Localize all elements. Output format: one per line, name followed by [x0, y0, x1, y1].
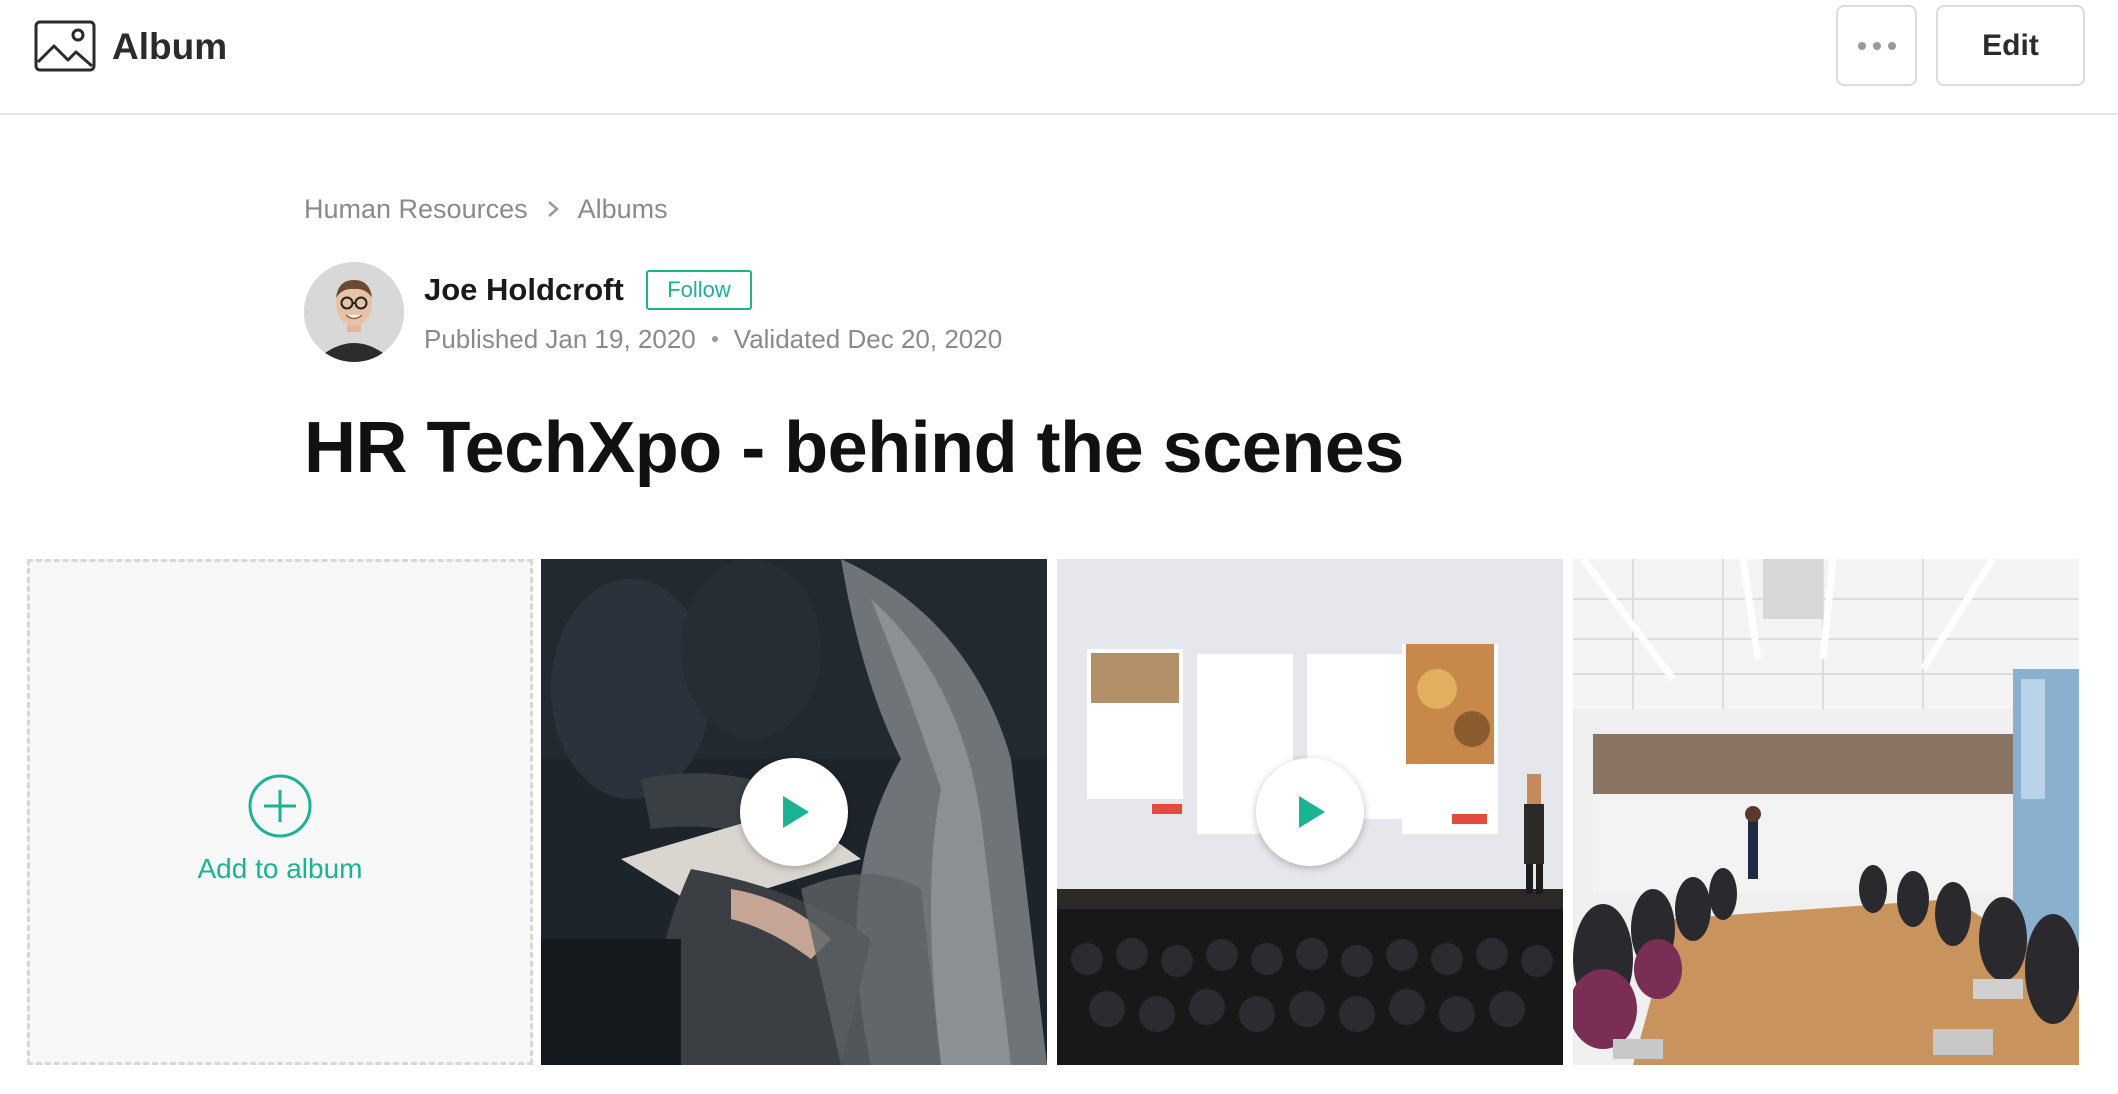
- play-button[interactable]: [1256, 758, 1364, 866]
- play-icon: [1299, 796, 1325, 828]
- play-button[interactable]: [740, 758, 848, 866]
- follow-button[interactable]: Follow: [646, 270, 752, 310]
- page-title: HR TechXpo - behind the scenes: [304, 408, 1404, 488]
- avatar-portrait: [304, 262, 404, 362]
- more-options-button[interactable]: [1836, 5, 1917, 86]
- chevron-right-icon: [547, 201, 559, 217]
- album-media-photo-1[interactable]: [1573, 559, 2079, 1065]
- breadcrumb: Human Resources Albums: [304, 192, 668, 226]
- meeting-room-thumbnail: [1573, 559, 2079, 1065]
- edit-button[interactable]: Edit: [1936, 5, 2085, 86]
- breadcrumb-item-albums[interactable]: Albums: [578, 192, 668, 226]
- avatar[interactable]: [304, 262, 404, 362]
- top-bar: Album Edit: [0, 0, 2118, 115]
- published-date: Published Jan 19, 2020: [424, 324, 696, 354]
- album-media-video-1[interactable]: [541, 559, 1047, 1065]
- album-media-video-2[interactable]: [1057, 559, 1563, 1065]
- separator-dot: [711, 336, 718, 342]
- app-title: Album: [112, 26, 228, 67]
- add-circle-icon: [248, 774, 312, 838]
- validated-date: Validated Dec 20, 2020: [733, 324, 1003, 354]
- play-icon: [783, 796, 809, 828]
- image-album-icon: [34, 20, 96, 72]
- author-name[interactable]: Joe Holdcroft: [424, 271, 624, 309]
- add-to-album-tile[interactable]: Add to album: [27, 559, 533, 1065]
- breadcrumb-item-human-resources[interactable]: Human Resources: [304, 192, 528, 226]
- add-to-album-label: Add to album: [197, 853, 363, 884]
- more-dots-icon: [1857, 41, 1896, 50]
- publication-meta: Published Jan 19, 2020 Validated Dec 20,…: [424, 322, 1002, 356]
